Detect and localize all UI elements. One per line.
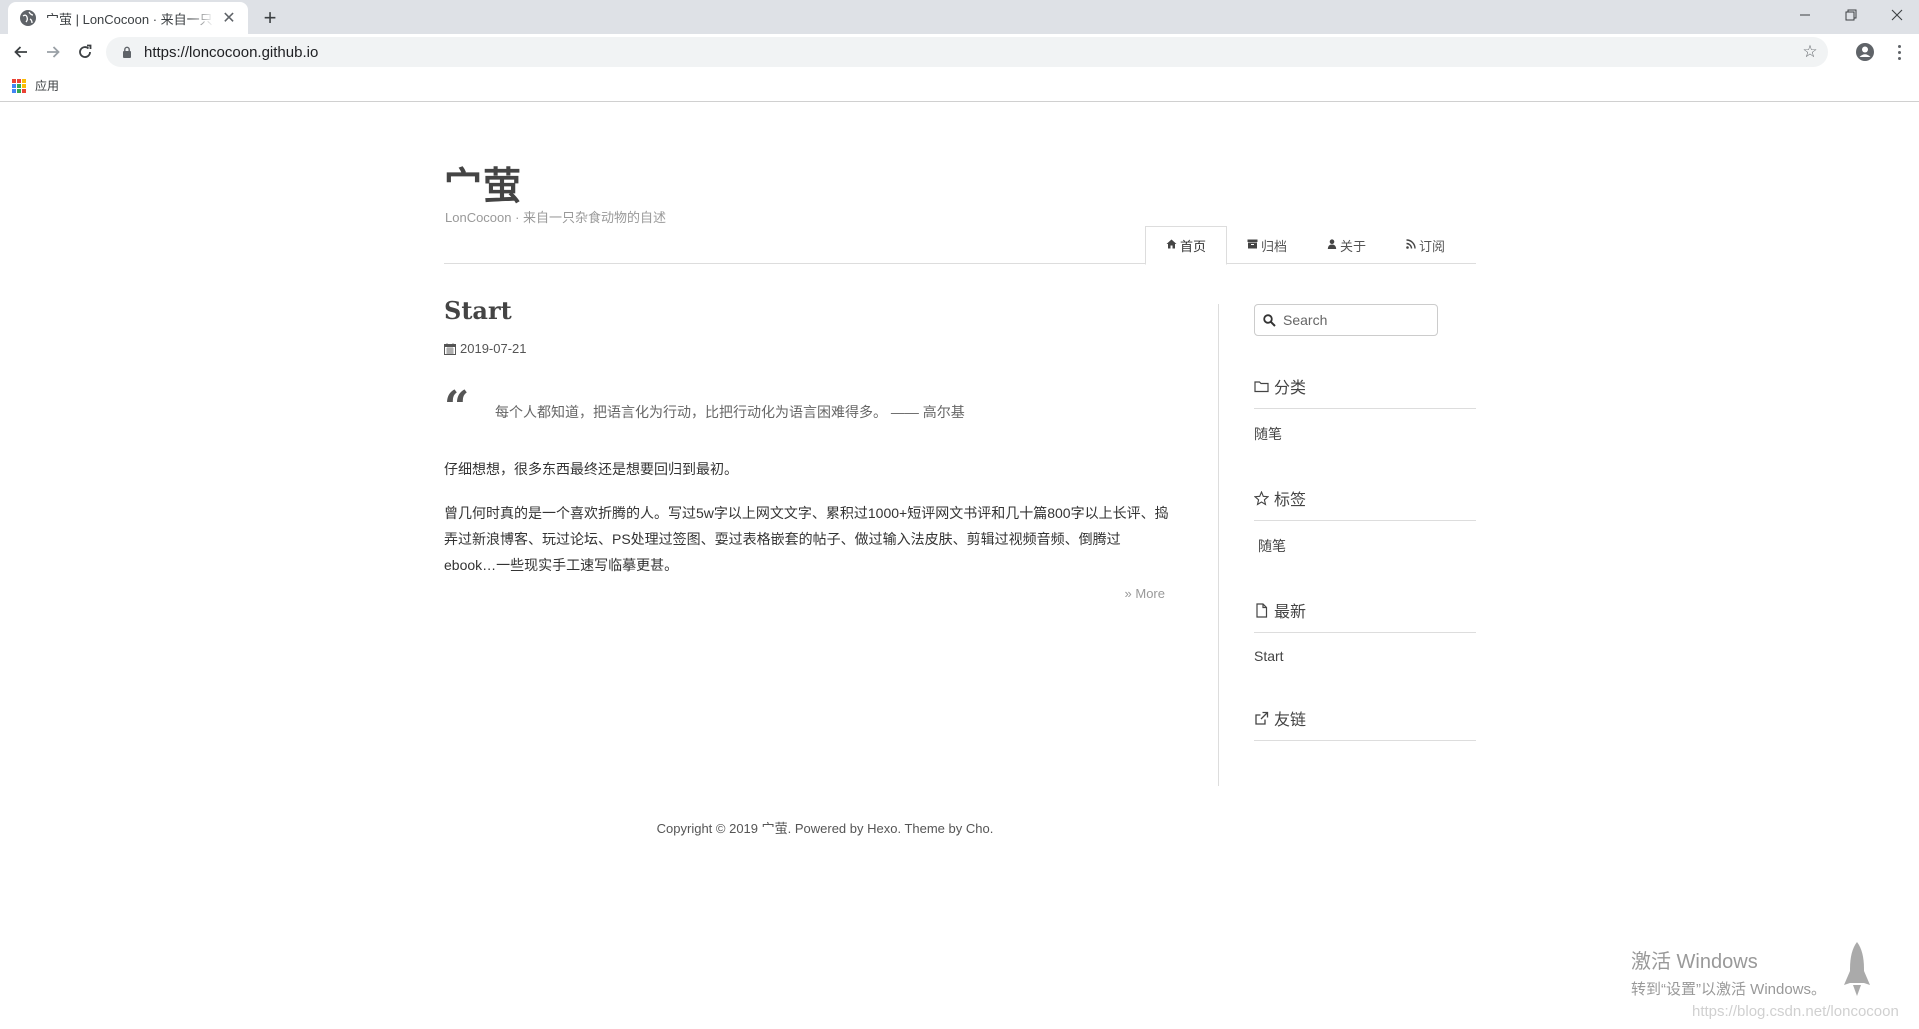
tab-strip: 宀萤 | LonCocoon · 来自一只杂食动物的自述 ✕ + [0, 0, 1919, 34]
post-paragraph-2: 曾几何时真的是一个喜欢折腾的人。写过5w字以上网文文字、累积过1000+短评网文… [444, 505, 1169, 573]
windows-activation-notice: 激活 Windows 转到“设置”以激活 Windows。 [1631, 945, 1826, 999]
read-more-link[interactable]: » More [444, 586, 1169, 601]
rocket-icon[interactable] [1842, 941, 1872, 997]
tags-heading: 标签 [1254, 486, 1476, 521]
post-title[interactable]: Start [444, 296, 1169, 325]
post-date-text: 2019-07-21 [460, 341, 527, 356]
category-link[interactable]: 随笔 [1254, 424, 1476, 444]
rss-icon [1406, 238, 1416, 252]
browser-menu-icon[interactable] [1888, 41, 1910, 63]
tags-title: 标签 [1274, 492, 1307, 509]
categories-heading: 分类 [1254, 374, 1476, 409]
search-icon [1263, 313, 1276, 327]
new-tab-button[interactable]: + [258, 5, 282, 30]
csdn-watermark: https://blog.csdn.net/loncocoon [1692, 1003, 1899, 1020]
lock-icon [120, 45, 134, 59]
nav-item-rss[interactable]: 订阅 [1386, 226, 1465, 264]
search-input[interactable] [1283, 312, 1423, 328]
tab-close-icon[interactable]: ✕ [220, 9, 238, 27]
browser-tab[interactable]: 宀萤 | LonCocoon · 来自一只杂食动物的自述 ✕ [8, 2, 248, 34]
nav-item-home[interactable]: 首页 [1145, 226, 1228, 265]
site-title[interactable]: 宀萤 [444, 155, 522, 210]
nav-item-about[interactable]: 关于 [1307, 226, 1386, 264]
nav-label-archive: 归档 [1261, 238, 1288, 254]
profile-avatar-icon[interactable] [1854, 41, 1876, 63]
links-widget: 友链 [1254, 706, 1476, 741]
bookmarks-bar: 应用 [0, 70, 1919, 102]
nav-label-home: 首页 [1180, 239, 1207, 254]
external-link-icon [1255, 711, 1269, 725]
links-heading: 友链 [1254, 706, 1476, 741]
calendar-icon [444, 343, 456, 355]
post-date: 2019-07-21 [444, 341, 1169, 356]
recent-post-link[interactable]: Start [1254, 648, 1476, 664]
article: Start 2019-07-21 “ 每个人都知道，把语言化为行动，比把行动化为… [444, 296, 1169, 601]
categories-widget: 分类 随笔 [1254, 374, 1476, 444]
home-icon [1166, 239, 1177, 252]
file-icon [1256, 602, 1268, 618]
page-viewport: 宀萤 LonCocoon · 来自一只杂食动物的自述 首页 归档 关于 订阅 S… [0, 103, 1919, 1029]
blockquote: “ 每个人都知道，把语言化为行动，比把行动化为语言困难得多。 —— 高尔基 [444, 386, 1169, 430]
post-paragraph-1: 仔细想想，很多东西最终还是想要回归到最初。 [444, 461, 738, 477]
restore-icon[interactable] [1829, 0, 1873, 30]
back-arrow-icon[interactable] [7, 38, 35, 66]
bookmark-star-icon[interactable]: ☆ [1800, 42, 1820, 62]
forward-arrow-icon[interactable] [39, 38, 67, 66]
nav-item-archive[interactable]: 归档 [1227, 226, 1307, 264]
activation-title: 激活 Windows [1631, 951, 1758, 973]
address-bar[interactable]: https://loncocoon.github.io ☆ [106, 37, 1828, 67]
globe-icon [20, 10, 36, 26]
content-divider [1218, 304, 1219, 786]
minimize-icon[interactable] [1783, 0, 1827, 30]
nav-label-rss: 订阅 [1419, 238, 1446, 254]
browser-toolbar: https://loncocoon.github.io ☆ [0, 34, 1919, 70]
links-title: 友链 [1274, 712, 1307, 729]
quote-text: 每个人都知道，把语言化为行动，比把行动化为语言困难得多。 —— 高尔基 [495, 404, 965, 420]
search-box[interactable] [1254, 304, 1438, 336]
apps-grid-icon [12, 78, 26, 93]
user-icon [1327, 238, 1337, 252]
tab-title: 宀萤 | LonCocoon · 来自一只杂食动物的自述 [46, 11, 214, 27]
tag-link[interactable]: 随笔 [1258, 536, 1476, 556]
sidebar: 分类 随笔 标签 随笔 最新 Start 友链 [1254, 304, 1476, 741]
url-text: https://loncocoon.github.io [144, 43, 319, 61]
activation-subtitle: 转到“设置”以激活 Windows。 [1631, 981, 1827, 998]
footer-copyright: Copyright © 2019 宀萤. Powered by Hexo. Th… [656, 821, 994, 836]
apps-shortcut[interactable]: 应用 [12, 77, 59, 94]
recent-widget: 最新 Start [1254, 598, 1476, 664]
recent-heading: 最新 [1254, 598, 1476, 633]
categories-title: 分类 [1274, 380, 1307, 397]
reload-icon[interactable] [71, 38, 99, 66]
recent-title: 最新 [1274, 604, 1307, 621]
nav-label-about: 关于 [1340, 238, 1367, 254]
site-subtitle: LonCocoon · 来自一只杂食动物的自述 [445, 210, 667, 225]
folder-icon [1254, 380, 1269, 392]
apps-label: 应用 [35, 79, 60, 93]
tags-widget: 标签 随笔 [1254, 486, 1476, 556]
star-icon [1254, 490, 1269, 506]
main-nav: 首页 归档 关于 订阅 [1145, 226, 1465, 265]
window-close-icon[interactable] [1875, 0, 1919, 30]
quote-mark-icon: “ [444, 382, 470, 433]
archive-icon [1247, 239, 1258, 252]
